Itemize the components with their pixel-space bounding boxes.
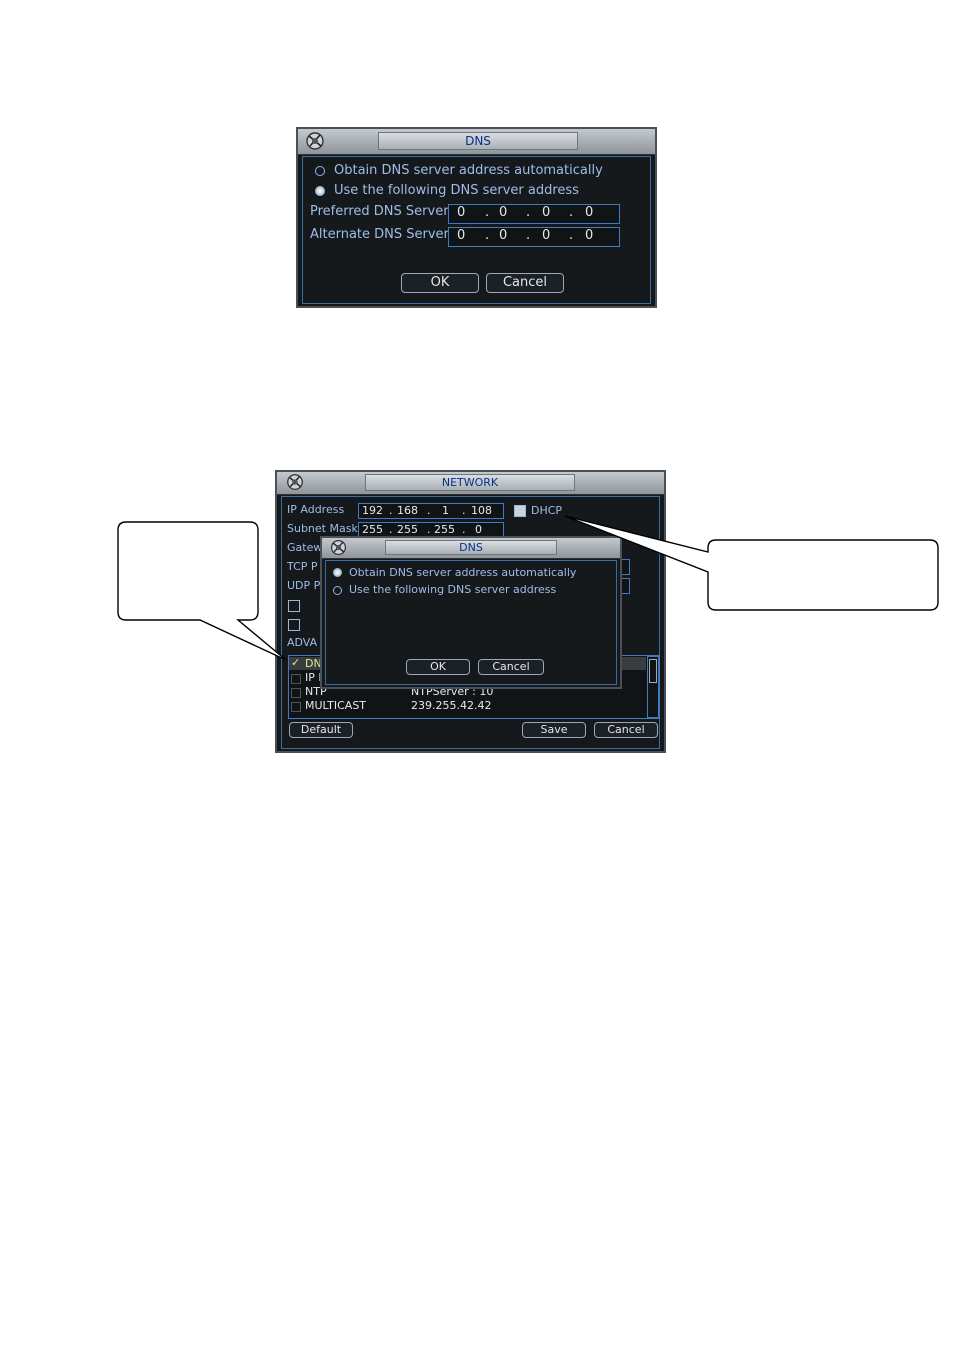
callout-right — [564, 515, 939, 611]
